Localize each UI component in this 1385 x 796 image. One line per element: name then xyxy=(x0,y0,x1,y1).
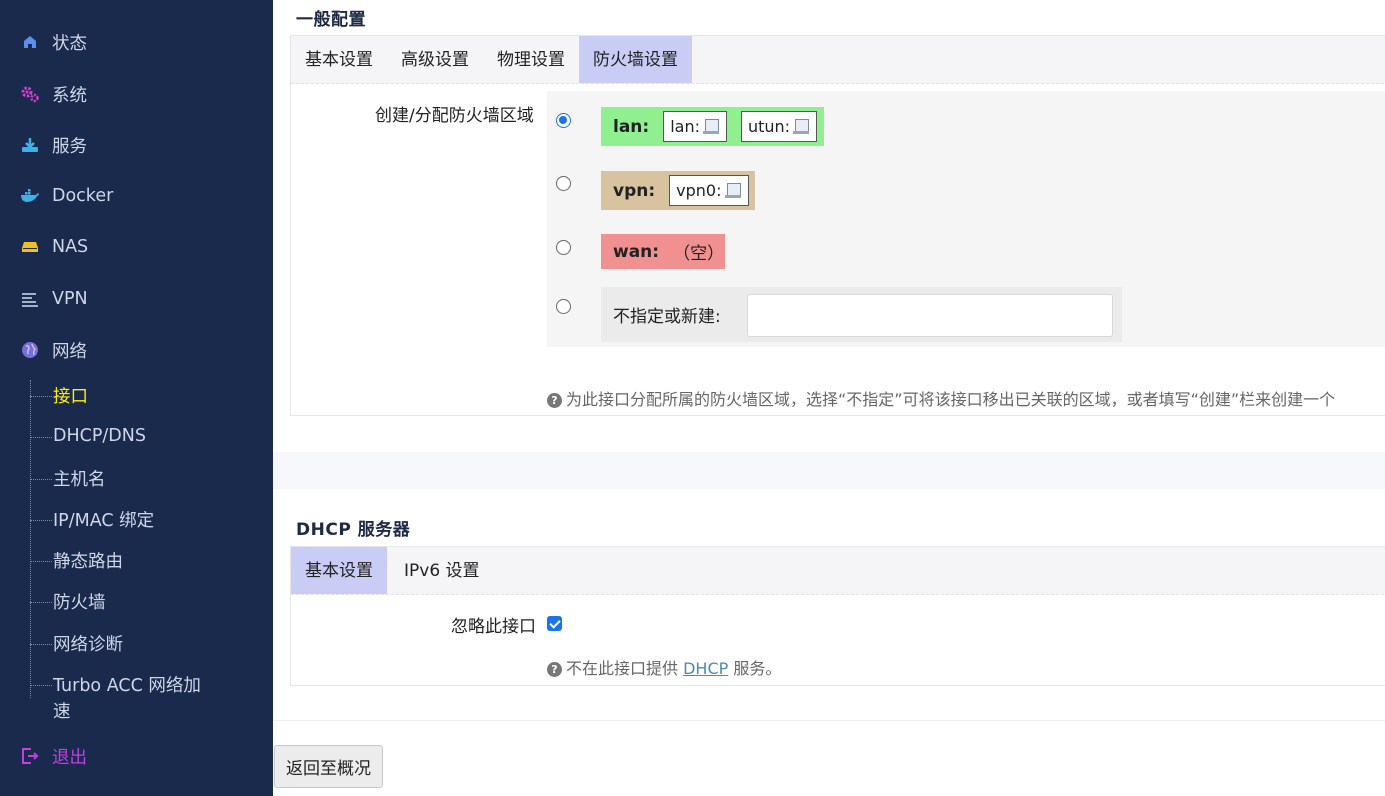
zone-radio-vpn[interactable] xyxy=(556,176,571,191)
sidebar-item-vpn[interactable]: VPN xyxy=(20,287,88,311)
zone-vpn: vpn: vpn0: xyxy=(601,171,755,210)
ignore-interface-checkbox[interactable] xyxy=(547,616,562,631)
subitem-label: DHCP/DNS xyxy=(53,426,146,446)
dhcp-help: ? 不在此接口提供 DHCP 服务。 xyxy=(547,655,781,679)
sidebar-item-label: 退出 xyxy=(52,747,87,768)
sidebar-item-label: VPN xyxy=(52,289,88,309)
globe-icon xyxy=(20,340,40,360)
tab-physical[interactable]: 物理设置 xyxy=(483,36,579,83)
sidebar-item-logout[interactable]: 退出 xyxy=(20,744,87,768)
divider xyxy=(273,720,1385,721)
sidebar-subitem-static-routes[interactable]: 静态路由 xyxy=(30,548,123,572)
new-zone-input[interactable] xyxy=(747,294,1113,337)
firewall-help: ? 为此接口分配所属的防火墙区域，选择“不指定”可将该接口移出已关联的区域，或者填… xyxy=(547,386,1335,410)
sidebar-item-label: NAS xyxy=(52,237,89,257)
zone-radio-new[interactable] xyxy=(556,299,571,314)
section-title-dhcp: DHCP 服务器 xyxy=(296,520,411,540)
subitem-label: 接口 xyxy=(53,386,88,407)
network-adapter-icon xyxy=(792,118,810,136)
tab-advanced[interactable]: 高级设置 xyxy=(387,36,483,83)
sidebar-item-label: 网络 xyxy=(52,341,87,362)
subitem-label: Turbo ACC 网络加 xyxy=(53,675,201,696)
subitem-label: IP/MAC 绑定 xyxy=(53,510,155,531)
sidebar-subitem-dhcp-dns[interactable]: DHCP/DNS xyxy=(30,424,146,448)
general-panel: 基本设置 高级设置 物理设置 防火墙设置 创建/分配防火墙区域 lan: lan… xyxy=(290,35,1385,416)
dhcp-tabs: 基本设置 IPv6 设置 xyxy=(291,547,1385,595)
subitem-label: 静态路由 xyxy=(53,551,123,572)
sidebar-item-label: 服务 xyxy=(52,136,87,157)
sidebar-item-status[interactable]: 状态 xyxy=(20,30,87,54)
tab-firewall[interactable]: 防火墙设置 xyxy=(579,36,692,83)
sidebar-item-docker[interactable]: Docker xyxy=(20,184,113,208)
zone-name: wan: xyxy=(613,241,660,262)
sidebar-item-nas[interactable]: NAS xyxy=(20,235,88,259)
sidebar: 状态 系统 服务 Docker NAS VPN 网络 接口 DHCP/DNS 主… xyxy=(0,0,273,796)
docker-whale-icon xyxy=(20,186,40,206)
main-content: 一般配置 基本设置 高级设置 物理设置 防火墙设置 创建/分配防火墙区域 lan… xyxy=(273,0,1385,796)
sidebar-item-network[interactable]: 网络 xyxy=(20,338,87,362)
ignore-interface-label: 忽略此接口 xyxy=(451,617,536,637)
network-adapter-icon xyxy=(702,118,720,136)
new-zone-row: 不指定或新建: xyxy=(601,287,1122,342)
sidebar-subitem-ip-mac-binding[interactable]: IP/MAC 绑定 xyxy=(30,507,154,531)
sidebar-subitem-firewall[interactable]: 防火墙 xyxy=(30,589,106,613)
sidebar-subitem-interfaces[interactable]: 接口 xyxy=(30,383,88,407)
zone-list: lan: lan: utun: vpn: vpn0: wan: （空） 不指定或… xyxy=(547,91,1385,347)
iface-badge-utun: utun: xyxy=(740,111,818,142)
zone-radio-lan[interactable] xyxy=(556,113,571,128)
tab-dhcp-ipv6[interactable]: IPv6 设置 xyxy=(387,547,494,594)
zone-name: vpn: xyxy=(613,180,656,201)
section-title-general: 一般配置 xyxy=(296,10,366,30)
tab-dhcp-basic[interactable]: 基本设置 xyxy=(291,547,387,594)
gears-icon xyxy=(20,84,40,104)
question-icon: ? xyxy=(547,393,562,408)
new-zone-label: 不指定或新建: xyxy=(613,307,721,327)
sidebar-subitem-turbo-acc-wrap: 速 xyxy=(30,698,71,722)
network-adapter-icon xyxy=(724,182,742,200)
sidebar-item-system[interactable]: 系统 xyxy=(20,82,87,106)
help-text: 不在此接口提供 xyxy=(566,659,679,678)
sidebar-item-label: 系统 xyxy=(52,85,87,106)
iface-label: utun: xyxy=(747,117,791,136)
iface-badge-vpn0: vpn0: xyxy=(669,175,749,206)
dhcp-link[interactable]: DHCP xyxy=(683,659,728,678)
sidebar-subitem-diagnostics[interactable]: 网络诊断 xyxy=(30,631,123,655)
back-to-overview-button[interactable]: 返回至概况 xyxy=(274,745,383,788)
list-lines-icon xyxy=(20,289,40,309)
zone-radio-wan[interactable] xyxy=(556,240,571,255)
firewall-zone-label: 创建/分配防火墙区域 xyxy=(375,106,534,126)
download-tray-icon xyxy=(20,135,40,155)
sidebar-item-services[interactable]: 服务 xyxy=(20,133,87,157)
iface-label: vpn0: xyxy=(676,181,722,200)
zone-name: lan: xyxy=(613,116,650,137)
hard-drive-icon xyxy=(20,237,40,257)
home-icon xyxy=(20,32,40,52)
subitem-label: 速 xyxy=(53,701,71,722)
subitem-label: 防火墙 xyxy=(53,592,106,613)
zone-lan: lan: lan: utun: xyxy=(601,107,824,146)
iface-badge-lan: lan: xyxy=(663,111,727,142)
sidebar-item-label: Docker xyxy=(52,186,114,206)
zone-wan: wan: （空） xyxy=(601,234,725,269)
subitem-label: 主机名 xyxy=(53,469,106,490)
subitem-label: 网络诊断 xyxy=(53,634,123,655)
iface-label: lan: xyxy=(670,117,700,136)
logout-icon xyxy=(20,746,40,766)
dhcp-panel: 基本设置 IPv6 设置 忽略此接口 ? 不在此接口提供 DHCP 服务。 xyxy=(290,546,1385,686)
help-text: 服务。 xyxy=(733,659,782,678)
sidebar-subitem-turbo-acc[interactable]: Turbo ACC 网络加 xyxy=(30,672,201,696)
section-separator-band xyxy=(273,452,1385,489)
general-tabs: 基本设置 高级设置 物理设置 防火墙设置 xyxy=(291,36,1385,84)
zone-empty-text: （空） xyxy=(673,244,725,264)
tab-basic[interactable]: 基本设置 xyxy=(291,36,387,83)
sidebar-item-label: 状态 xyxy=(52,33,87,54)
question-icon: ? xyxy=(547,662,562,677)
help-text: 为此接口分配所属的防火墙区域，选择“不指定”可将该接口移出已关联的区域，或者填写… xyxy=(566,390,1336,409)
sidebar-subitem-hostnames[interactable]: 主机名 xyxy=(30,466,106,490)
